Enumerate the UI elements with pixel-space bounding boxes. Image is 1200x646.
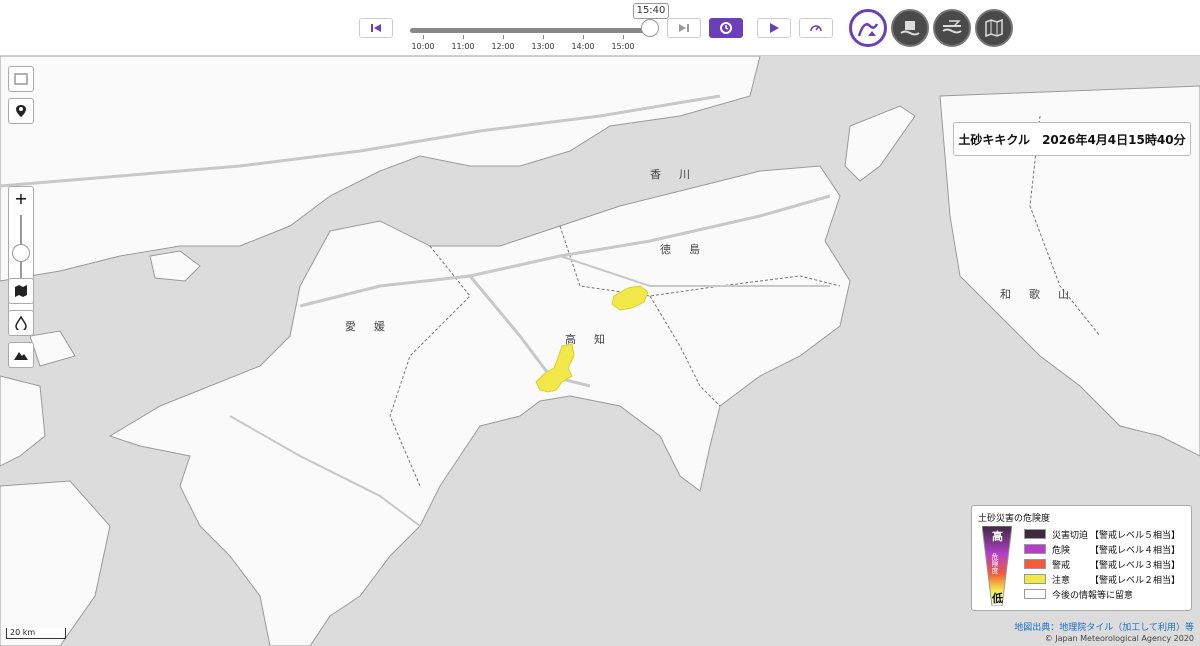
terrain-layer-button[interactable] [8,342,34,368]
map-source-link[interactable]: 地図出典：地理院タイル（加工して利用）等 [1014,620,1194,633]
legend-item-name: 警戒 [1052,560,1071,571]
label-ehime: 愛媛 [345,320,403,333]
speed-gauge-icon [810,25,822,32]
inundation-layer-button[interactable] [891,9,929,47]
legend-item-name: 災害切迫 [1052,530,1089,541]
speed-button[interactable] [799,18,833,38]
landslide-risk-icon [857,23,879,37]
legend-swatch [1024,589,1046,599]
flood-risk-icon [942,20,962,34]
refresh-latest-icon [720,22,732,34]
legend-item-name: 危険 [1052,545,1071,556]
map-layer-icon [985,18,1003,38]
skip-to-end-icon [679,24,689,32]
legend-swatch [1024,559,1046,569]
timeline-tick-label: 15:00 [611,42,635,51]
legend-item: 危険 【警戒レベル４相当】 [1024,543,1181,556]
legend-item: 警戒 【警戒レベル３相当】 [1024,558,1181,571]
base-map-button[interactable] [8,278,34,304]
timeline-slider[interactable] [410,28,650,33]
product-name: 土砂キキクル [958,132,1031,147]
timeline-tick [423,35,424,39]
my-location-button[interactable] [8,98,34,124]
play-icon [770,23,779,33]
timeline-slider-handle[interactable] [641,19,659,37]
skip-to-end-button[interactable] [667,18,701,38]
label-tokushima: 徳島 [660,243,718,256]
timeline-tick [543,35,544,39]
legend-item: 注意 【警戒レベル２相当】 [1024,573,1181,586]
toolbar: 15:40 10:00 11:00 12:00 13:00 14:00 15:00 [0,0,1200,56]
legend-item-name: 注意 [1052,575,1071,586]
legend-swatch [1024,529,1046,539]
play-button[interactable] [757,18,791,38]
latest-button[interactable] [709,18,743,38]
flood-layer-button[interactable] [933,9,971,47]
legend-swatch [1024,574,1046,584]
zoom-control: + − [8,186,34,326]
mountain-icon [14,352,28,360]
map-layer-button[interactable] [975,9,1013,47]
timeline-tick [503,35,504,39]
label-kagawa: 香川 [650,168,708,181]
timeline-tick-label: 11:00 [451,42,475,51]
skip-to-start-button[interactable] [359,18,393,38]
legend-item-name: 今後の情報等に留意 [1052,590,1134,601]
zoom-slider-handle[interactable] [12,244,30,262]
legend-item: 災害切迫 【警戒レベル５相当】 [1024,528,1181,541]
location-pin-icon [16,105,26,117]
landslide-layer-button[interactable] [849,9,887,47]
timeline-tick-label: 14:00 [571,42,595,51]
legend-item: 今後の情報等に留意 [1024,588,1134,601]
timeline-tick-label: 12:00 [491,42,515,51]
fullscreen-icon [14,73,28,85]
product-datetime: 2026年4月4日15時40分 [1042,132,1186,147]
product-title: 土砂キキクル 2026年4月4日15時40分 [953,122,1191,156]
copyright-text: © Japan Meteorological Agency 2020 [1044,634,1194,643]
rivers-layer-button[interactable] [8,310,34,336]
legend-title: 土砂災害の危険度 [978,514,1051,524]
skip-to-start-icon [371,24,381,32]
fullscreen-button[interactable] [8,66,34,92]
legend: 土砂災害の危険度 高 危険度 低 災害切迫 【警戒レベル５相当】危険 【警戒レベル４… [971,505,1192,611]
timeline-tick [623,35,624,39]
timeline-tick [463,35,464,39]
legend-item-level: 【警戒レベル５相当】 [1090,530,1181,541]
timeline-tick [583,35,584,39]
current-time-label: 15:40 [633,3,669,19]
legend-low: 低 [992,592,1003,605]
label-wakayama: 和歌山 [1000,288,1087,301]
legend-high: 高 [992,530,1003,543]
legend-item-level: 【警戒レベル３相当】 [1090,560,1181,571]
legend-item-level: 【警戒レベル２相当】 [1090,575,1181,586]
inundation-risk-icon [900,21,920,36]
label-kochi: 高知 [565,333,623,346]
water-drop-icon [15,316,27,330]
timeline-tick-label: 13:00 [531,42,555,51]
map-icon [15,285,27,297]
scale-bar: 20 km [6,628,66,639]
legend-item-level: 【警戒レベル４相当】 [1090,545,1181,556]
timeline-tick-label: 10:00 [411,42,435,51]
legend-middle: 危険度 [991,553,999,574]
zoom-in-button[interactable]: + [9,189,33,208]
legend-swatch [1024,544,1046,554]
